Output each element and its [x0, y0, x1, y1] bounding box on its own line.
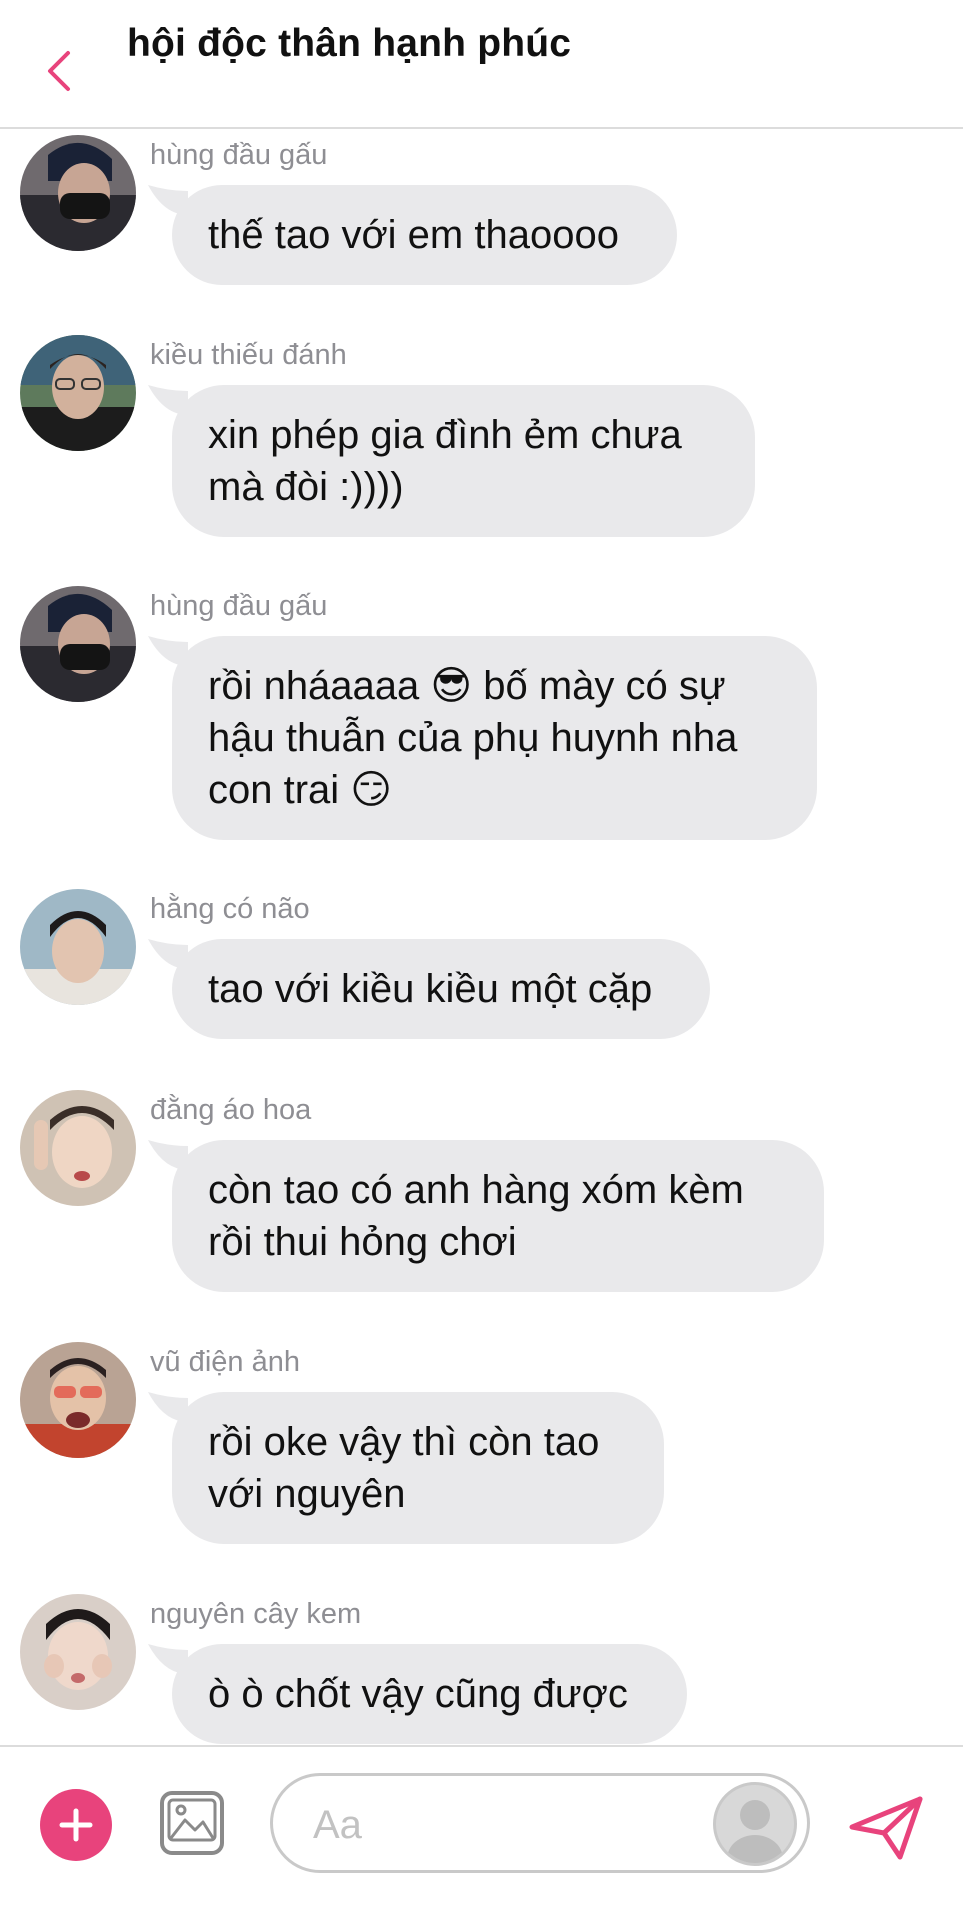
message-bubble[interactable]: còn tao có anh hàng xóm kèm rồi thui hỏn…: [172, 1140, 824, 1292]
message-input-box[interactable]: [270, 1773, 810, 1873]
avatar[interactable]: [20, 335, 136, 451]
avatar[interactable]: [20, 1594, 136, 1710]
message-bubble[interactable]: rồi nháaaaa 😎 bố mày có sự hậu thuẫn của…: [172, 636, 817, 840]
message-bubble[interactable]: xin phép gia đình ẻm chưa mà đòi :)))): [172, 385, 755, 537]
sender-name: hùng đầu gấu: [150, 139, 328, 171]
message-bubble[interactable]: rồi oke vậy thì còn tao với nguyên: [172, 1392, 664, 1544]
sender-name: nguyên cây kem: [150, 1598, 362, 1630]
message-input[interactable]: [311, 1798, 675, 1852]
add-button[interactable]: [40, 1789, 112, 1861]
chat-header: hội độc thân hạnh phúc: [0, 0, 963, 129]
avatar[interactable]: [20, 1342, 136, 1458]
user-avatar[interactable]: [713, 1782, 797, 1866]
sender-name: hùng đầu gấu: [150, 590, 328, 622]
message-bubble[interactable]: ò ò chốt vậy cũng được: [172, 1644, 687, 1744]
conversation-title: hội độc thân hạnh phúc: [127, 22, 572, 65]
chevron-left-icon: [48, 51, 70, 91]
sender-name: đằng áo hoa: [150, 1094, 312, 1126]
send-button[interactable]: [848, 1795, 924, 1861]
user-icon: [727, 1800, 783, 1863]
avatar[interactable]: [20, 135, 136, 251]
message-bubble[interactable]: tao với kiều kiều một cặp: [172, 939, 710, 1039]
avatar[interactable]: [20, 586, 136, 702]
sender-name: hằng có não: [150, 893, 310, 925]
image-icon: [160, 1791, 224, 1855]
sender-name: kiều thiếu đánh: [150, 339, 347, 371]
avatar[interactable]: [20, 1090, 136, 1206]
back-button[interactable]: [38, 46, 78, 96]
message-list[interactable]: hùng đầu gấu thế tao với em thaoooo kiều…: [0, 129, 963, 1745]
photo-button[interactable]: [158, 1789, 226, 1857]
send-icon: [849, 1796, 923, 1860]
message-bubble[interactable]: thế tao với em thaoooo: [172, 185, 677, 285]
sender-name: vũ điện ảnh: [150, 1346, 300, 1378]
plus-icon: [59, 1808, 93, 1842]
composer-bar: [0, 1745, 963, 1922]
avatar[interactable]: [20, 889, 136, 1005]
